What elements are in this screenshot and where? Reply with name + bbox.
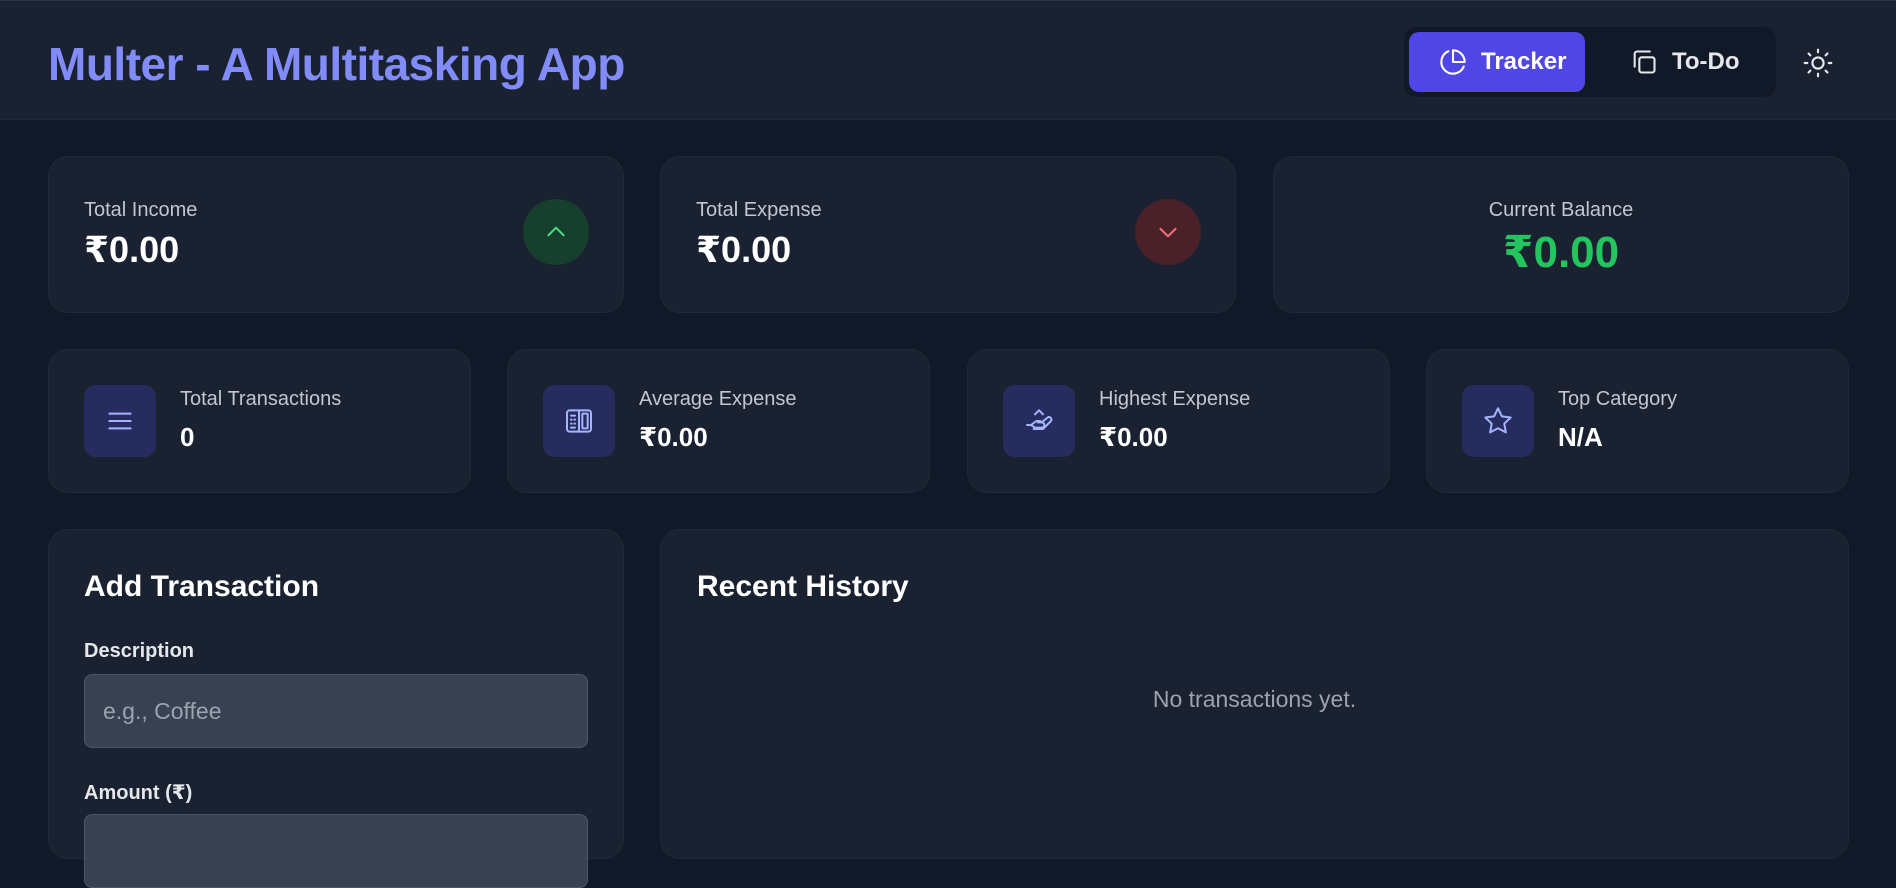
todo-tab-button[interactable]: To-Do bbox=[1600, 32, 1770, 92]
view-switcher: Tracker To-Do bbox=[1404, 27, 1776, 97]
recent-history-panel: Recent History No transactions yet. bbox=[660, 529, 1849, 859]
total-income-card: Total Income ₹0.00 bbox=[48, 156, 624, 313]
top-category-card: Top Category N/A bbox=[1426, 349, 1849, 493]
stat-icon-box bbox=[543, 385, 615, 457]
current-balance-label: Current Balance bbox=[1488, 199, 1634, 221]
total-expense-card: Total Expense ₹0.00 bbox=[660, 156, 1236, 313]
tracker-tab-button[interactable]: Tracker bbox=[1409, 32, 1585, 92]
chevron-up-icon bbox=[543, 219, 569, 245]
sun-icon bbox=[1802, 47, 1834, 79]
total-income-label: Total Income bbox=[84, 199, 198, 221]
chevron-down-icon bbox=[1155, 219, 1181, 245]
total-expense-value: ₹0.00 bbox=[696, 229, 792, 270]
average-expense-value: ₹0.00 bbox=[639, 422, 708, 452]
amount-label: Amount (₹) bbox=[84, 782, 193, 804]
average-expense-card: Average Expense ₹0.00 bbox=[507, 349, 930, 493]
app-header: Multer - A Multitasking App Tracker To-D… bbox=[0, 0, 1896, 120]
description-input[interactable] bbox=[84, 674, 588, 748]
list-icon bbox=[104, 405, 136, 437]
recent-history-title: Recent History bbox=[697, 570, 909, 603]
star-icon bbox=[1482, 405, 1514, 437]
highest-expense-label: Highest Expense bbox=[1099, 388, 1251, 410]
todo-tab-label: To-Do bbox=[1672, 48, 1740, 75]
description-label: Description bbox=[84, 640, 195, 662]
pie-chart-icon bbox=[1439, 48, 1467, 76]
add-transaction-panel: Add Transaction Description Amount (₹) bbox=[48, 529, 624, 888]
current-balance-value: ₹0.00 bbox=[1502, 228, 1620, 277]
copy-icon bbox=[1630, 48, 1658, 76]
top-category-label: Top Category bbox=[1558, 388, 1677, 410]
empty-history-message: No transactions yet. bbox=[1152, 686, 1357, 712]
total-transactions-value: 0 bbox=[180, 422, 195, 452]
average-expense-label: Average Expense bbox=[639, 388, 797, 410]
highest-expense-value: ₹0.00 bbox=[1099, 422, 1168, 452]
total-expense-label: Total Expense bbox=[696, 199, 822, 221]
stat-icon-box bbox=[1462, 385, 1534, 457]
highest-expense-card: Highest Expense ₹0.00 bbox=[967, 349, 1390, 493]
total-transactions-label: Total Transactions bbox=[180, 388, 342, 410]
app-title: Multer - A Multitasking App bbox=[48, 38, 625, 90]
amount-input[interactable] bbox=[84, 814, 588, 888]
add-transaction-title: Add Transaction bbox=[84, 570, 320, 603]
stat-icon-box bbox=[1003, 385, 1075, 457]
total-income-value: ₹0.00 bbox=[84, 229, 180, 270]
top-category-value: N/A bbox=[1558, 422, 1603, 452]
income-indicator bbox=[523, 199, 589, 265]
theme-toggle-button[interactable] bbox=[1800, 45, 1836, 81]
expense-indicator bbox=[1135, 199, 1201, 265]
tracker-tab-label: Tracker bbox=[1481, 48, 1567, 75]
total-transactions-card: Total Transactions 0 bbox=[48, 349, 471, 493]
hand-coin-icon bbox=[1023, 405, 1055, 437]
calculator-icon bbox=[563, 405, 595, 437]
current-balance-card: Current Balance ₹0.00 bbox=[1273, 156, 1849, 313]
stat-icon-box bbox=[84, 385, 156, 457]
